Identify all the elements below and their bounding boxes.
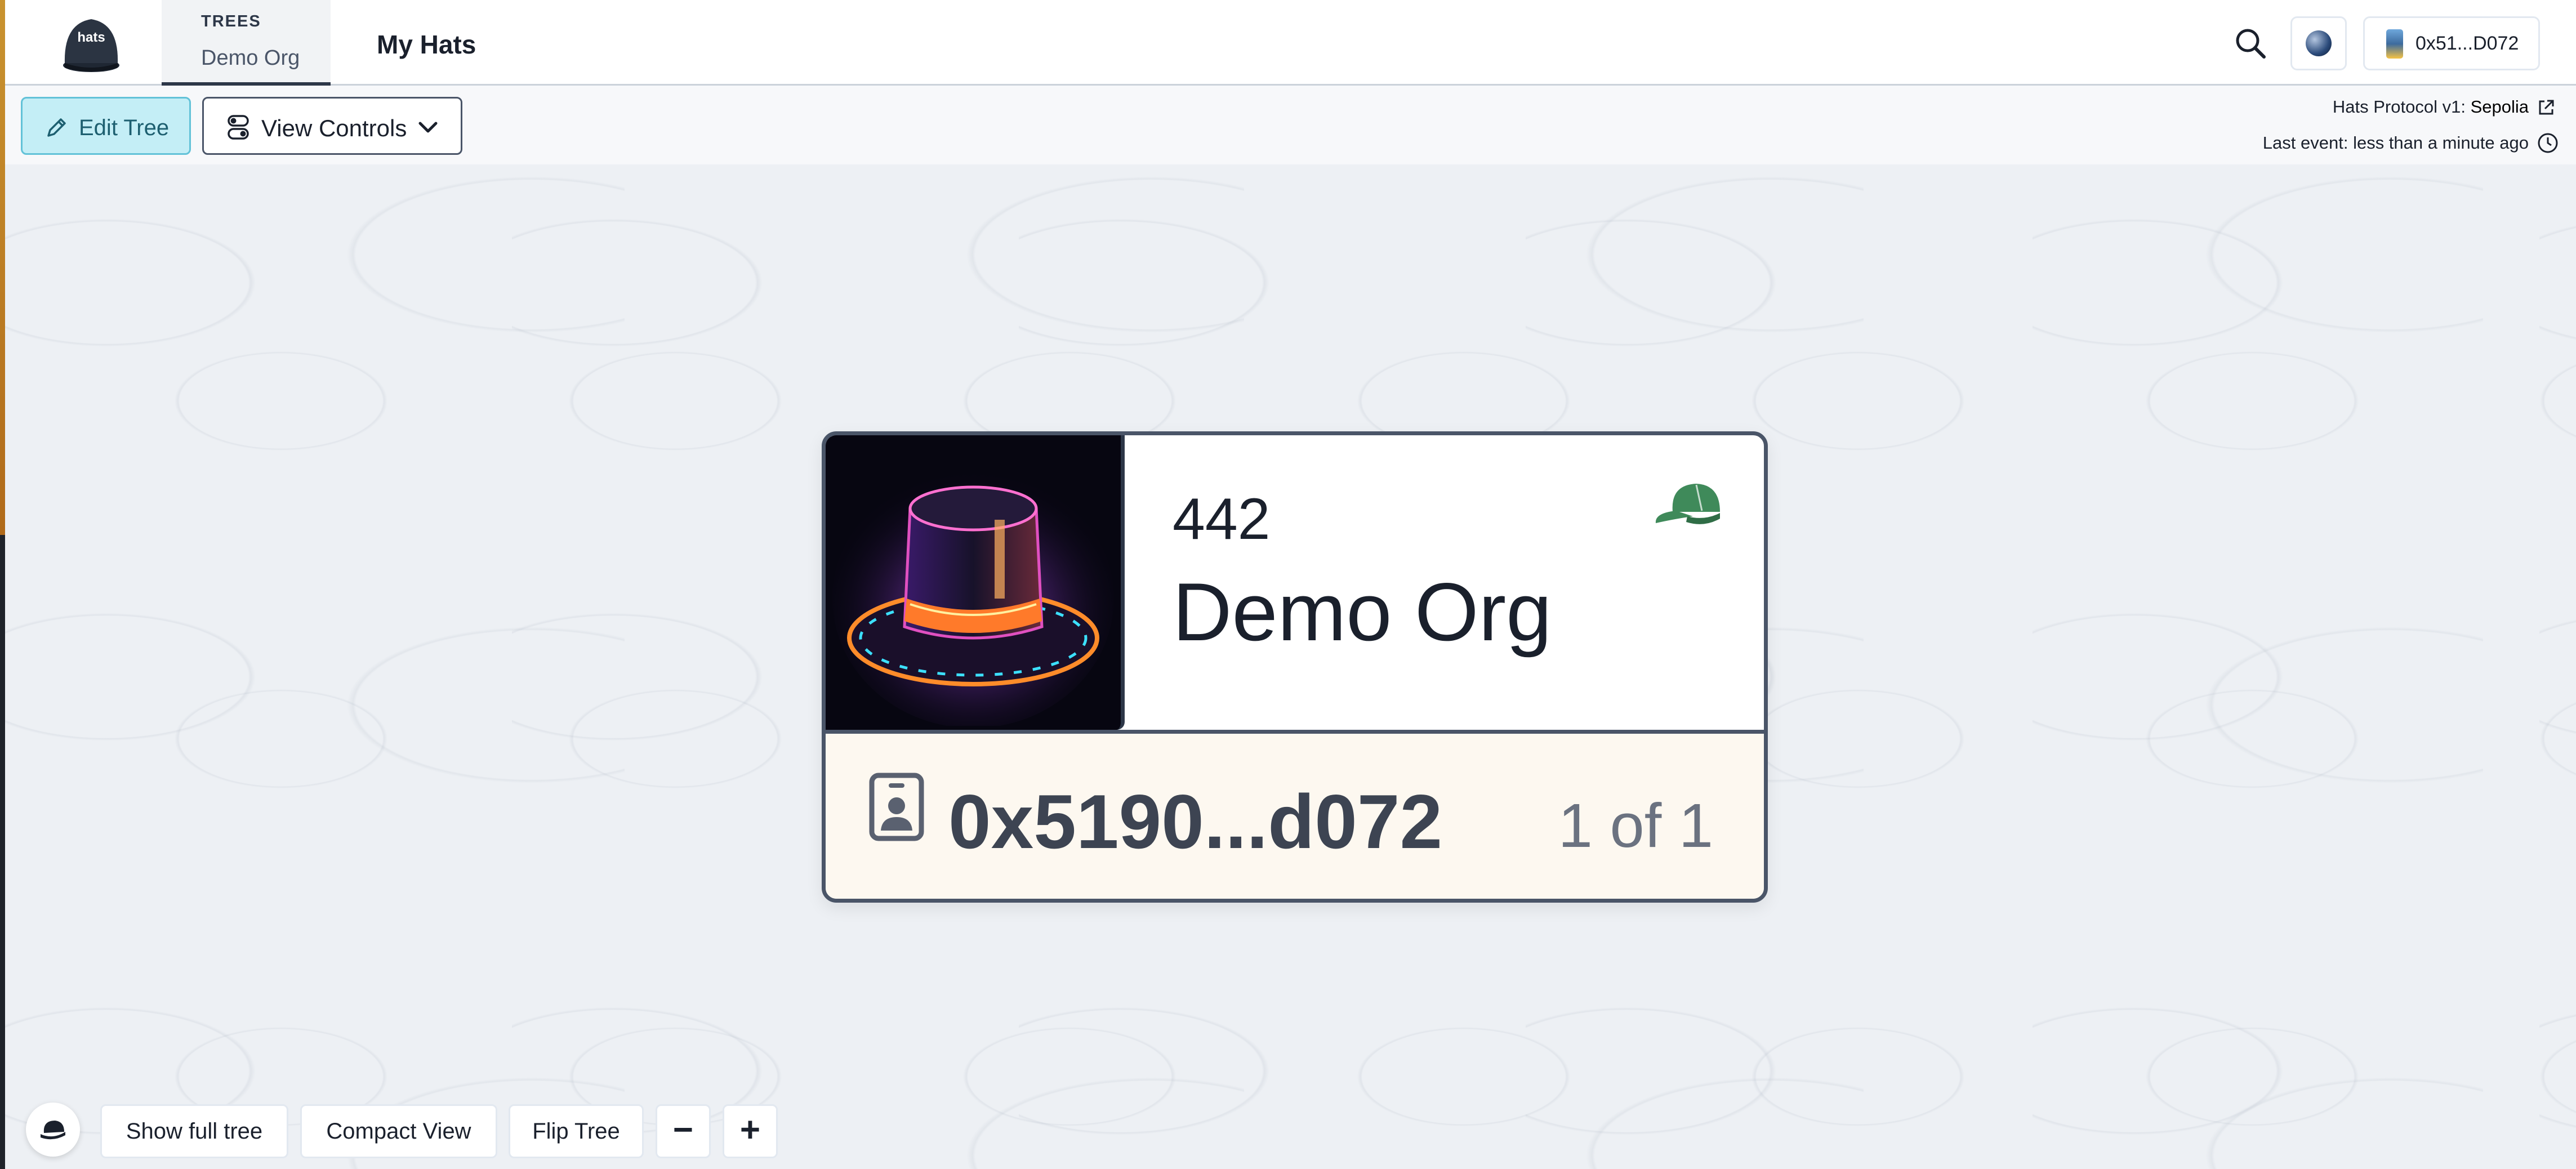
last-event-label: Last event: [2262, 133, 2348, 153]
trees-tab[interactable]: TREES Demo Org [162, 0, 331, 86]
window-edge [0, 0, 5, 1169]
account-address: 0x51...D072 [2415, 33, 2519, 54]
view-controls-label: View Controls [261, 115, 407, 141]
my-hats-link[interactable]: My Hats [377, 29, 476, 60]
tree-name: Demo Org [201, 46, 300, 70]
hat-icon [41, 1121, 65, 1140]
trees-caption: TREES [201, 12, 261, 30]
show-full-tree-button[interactable]: Show full tree [100, 1104, 288, 1158]
account-button[interactable]: 0x51...D072 [2363, 16, 2540, 70]
edit-tree-button[interactable]: Edit Tree [21, 97, 191, 155]
flip-tree-button[interactable]: Flip Tree [509, 1104, 644, 1158]
wearer-address[interactable]: 0x5190...d072 [948, 778, 1442, 865]
last-event: Last event: less than a minute ago [2263, 133, 2529, 153]
hats-logo[interactable]: hats [55, 7, 128, 80]
globe-icon [2306, 30, 2332, 56]
id-badge-icon [869, 773, 924, 841]
chevron-down-icon [418, 122, 438, 133]
hat-id: 442 [1173, 487, 1271, 552]
search-icon[interactable] [2232, 25, 2269, 61]
protocol-network[interactable]: Sepolia [2471, 97, 2529, 117]
hat-name: Demo Org [1173, 566, 1552, 658]
hat-icon [826, 435, 1121, 728]
view-controls-button[interactable]: View Controls [202, 97, 462, 155]
protocol-label: Hats Protocol v1: [2332, 97, 2466, 117]
toggle-icon [228, 115, 249, 140]
wearer-section[interactable]: 0x5190...d072 1 of 1 [826, 730, 1764, 899]
external-link-icon[interactable] [2537, 98, 2556, 117]
compact-view-button[interactable]: Compact View [300, 1104, 497, 1158]
hat-card[interactable]: 442 Demo Org 0x5190...d072 1 of 1 [822, 431, 1768, 903]
hat-menu-button[interactable] [26, 1103, 80, 1157]
edit-tree-label: Edit Tree [79, 115, 170, 140]
cap-icon [1655, 484, 1720, 524]
zoom-in-button[interactable]: + [723, 1104, 778, 1158]
network-button[interactable] [2290, 16, 2347, 70]
top-nav: hats TREES Demo Org My Hats 0x51...D072 [5, 0, 2576, 86]
zoom-out-button[interactable]: − [656, 1104, 711, 1158]
avatar [2386, 29, 2403, 59]
wearer-count: 1 of 1 [1558, 791, 1713, 860]
protocol-info: Hats Protocol v1: Sepolia [2333, 97, 2529, 117]
last-event-value: less than a minute ago [2353, 133, 2529, 153]
hat-image [826, 435, 1125, 730]
svg-text:hats: hats [77, 30, 105, 45]
pencil-icon [47, 118, 66, 137]
tree-toolbar: Edit Tree View Controls Hats Protocol v1… [5, 86, 2576, 164]
clock-icon [2538, 133, 2558, 153]
